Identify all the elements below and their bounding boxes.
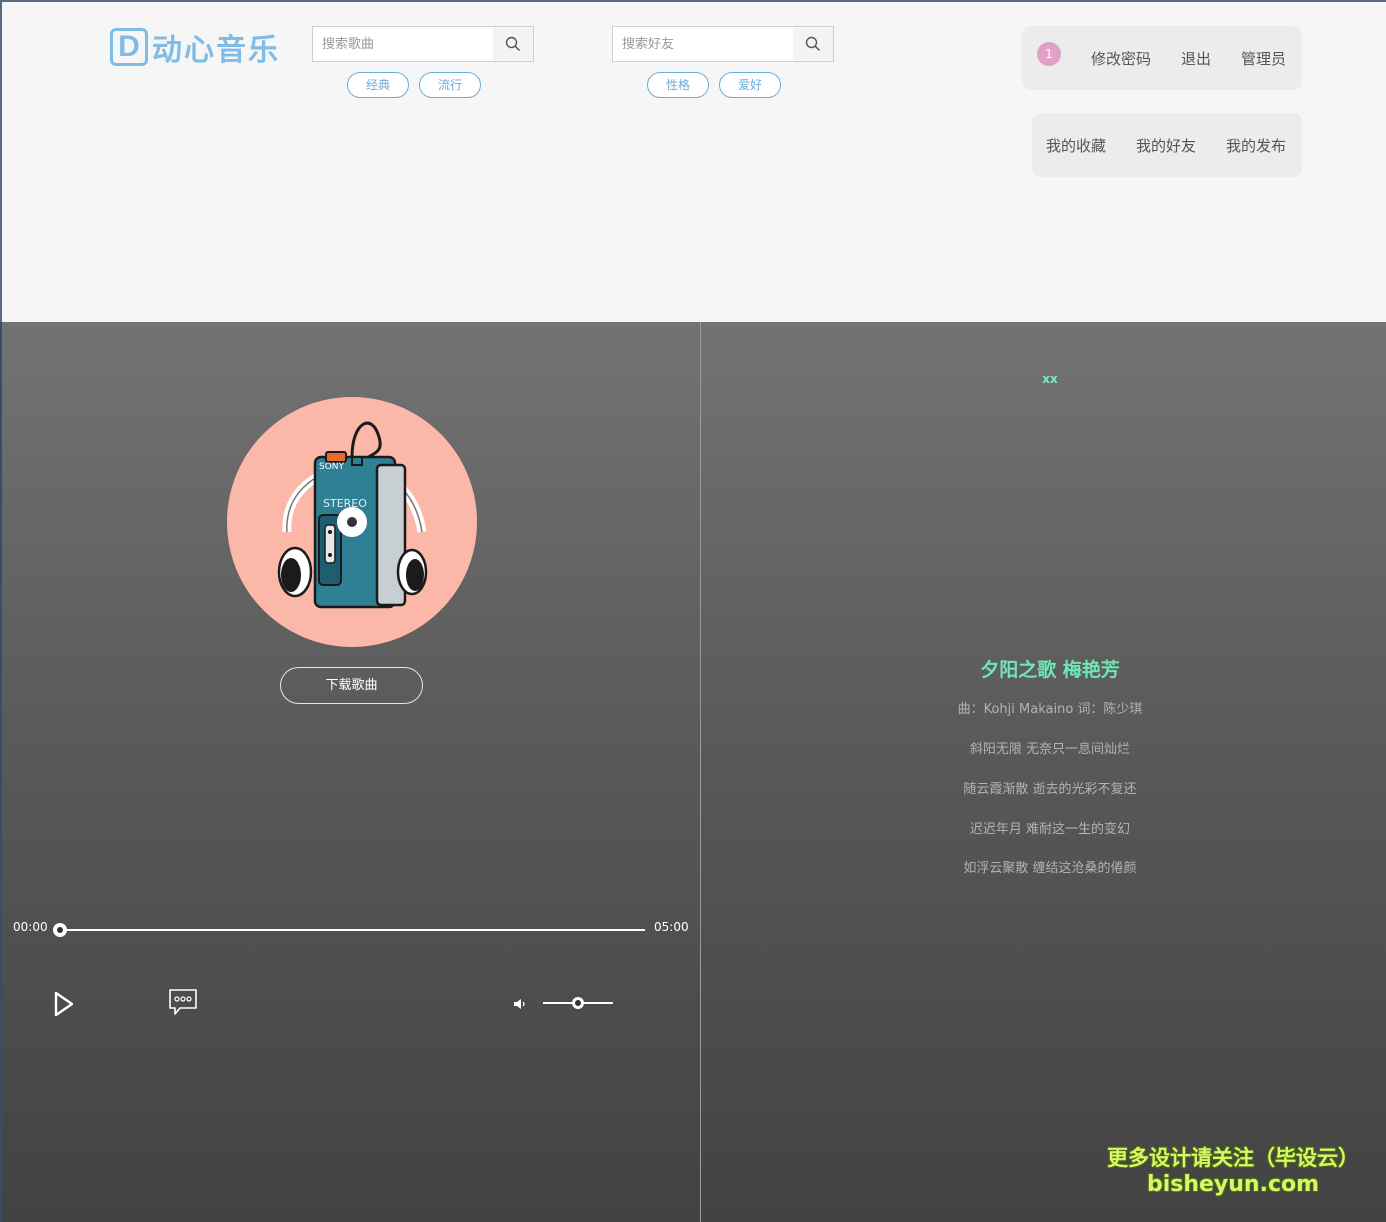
friend-search-input[interactable] (613, 27, 793, 61)
nav-posts[interactable]: 我的发布 (1226, 135, 1286, 156)
friend-search-box (612, 26, 834, 62)
comment-button[interactable] (168, 988, 198, 1020)
speaker-icon (514, 999, 525, 1009)
nav-favorites[interactable]: 我的收藏 (1046, 135, 1106, 156)
svg-text:STEREO: STEREO (323, 497, 367, 510)
progress-bar[interactable] (59, 929, 645, 931)
watermark-line1: 更多设计请关注（毕设云） (1107, 1146, 1359, 1170)
watermark: 更多设计请关注（毕设云） bisheyun.com (1102, 1144, 1364, 1198)
current-time: 00:00 (13, 920, 48, 934)
user-nav: 我的收藏 我的好友 我的发布 (1032, 113, 1302, 177)
watermark-line2: bisheyun.com (1146, 1172, 1320, 1197)
song-search-input[interactable] (313, 27, 493, 61)
lyric-line: 随云霞渐散 逝去的光彩不复还 (963, 782, 1137, 797)
song-title: 夕阳之歌 梅艳芳 (980, 659, 1120, 681)
lyric-line: 如浮云聚散 缠结这沧桑的倦颜 (963, 861, 1137, 876)
nav-friends[interactable]: 我的好友 (1136, 135, 1196, 156)
tag-pop[interactable]: 流行 (419, 72, 481, 98)
lyrics-top-mark: xx (1042, 372, 1058, 386)
cassette-player-illustration: SONY STEREO (277, 421, 428, 609)
admin-link[interactable]: 管理员 (1241, 48, 1286, 69)
song-search-box (312, 26, 534, 62)
lyric-line: 斜阳无限 无奈只一息间灿烂 (969, 742, 1131, 757)
album-cover: SONY STEREO (227, 397, 477, 647)
comment-icon (169, 989, 197, 1015)
volume-handle[interactable] (572, 997, 584, 1009)
download-song-button[interactable]: 下载歌曲 (280, 667, 423, 704)
total-time: 05:00 (654, 920, 689, 934)
tag-hobby[interactable]: 爱好 (719, 72, 781, 98)
lyric-line: 曲：Kohji Makaino 词：陈少琪 (957, 702, 1143, 717)
svg-text:SONY: SONY (319, 462, 345, 472)
tag-personality[interactable]: 性格 (647, 72, 709, 98)
play-button[interactable] (52, 990, 76, 1022)
top-header: D 动心音乐 经典 流行 性格 爱好 1 修改密码 退出 管理员 我的收藏 我的… (0, 0, 1386, 322)
search-icon (505, 36, 521, 52)
logo-mark: D (110, 28, 148, 66)
panel-divider (700, 322, 701, 1222)
progress-handle[interactable] (53, 923, 67, 937)
logout-link[interactable]: 退出 (1181, 48, 1211, 69)
change-password-link[interactable]: 修改密码 (1091, 48, 1151, 69)
play-icon (54, 991, 74, 1017)
app-logo[interactable]: D 动心音乐 (110, 26, 280, 68)
notification-badge[interactable]: 1 (1037, 42, 1061, 66)
music-player: SONY STEREO 下载歌曲 00:00 05:00 xx 夕阳之歌 梅艳芳 (0, 322, 1386, 1222)
tag-classic[interactable]: 经典 (347, 72, 409, 98)
song-search-button[interactable] (493, 27, 533, 61)
logo-text: 动心音乐 (152, 33, 280, 68)
user-menu: 1 修改密码 退出 管理员 (1022, 26, 1302, 90)
search-icon (805, 36, 821, 52)
volume-icon[interactable] (513, 996, 527, 1015)
lyric-line: 迟迟年月 难耐这一生的变幻 (969, 822, 1131, 837)
friend-search-button[interactable] (793, 27, 833, 61)
